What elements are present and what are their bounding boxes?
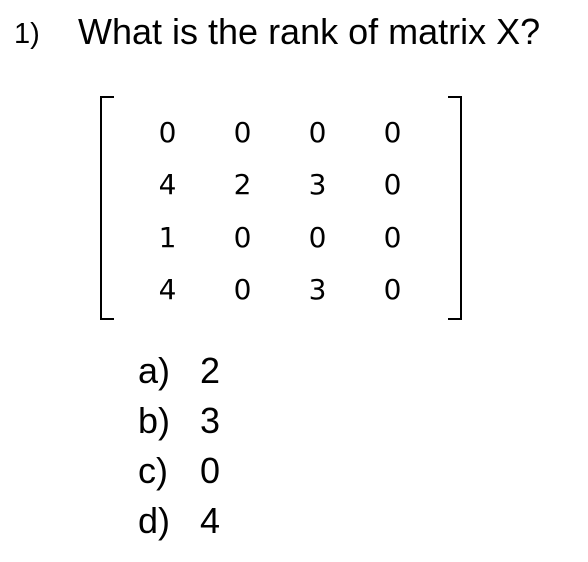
option-value: 3	[200, 400, 221, 441]
matrix-x: 0 0 0 0 4 2 3 0 1 0 0 0 4 0 3 0	[100, 96, 462, 322]
option-letter: d)	[138, 500, 171, 541]
option-c: c) 0	[138, 446, 220, 496]
question-text: What is the rank of matrix X?	[78, 11, 541, 52]
matrix-cell: 0	[308, 115, 327, 149]
matrix-cell: 0	[308, 220, 327, 254]
matrix-cell: 0	[233, 220, 252, 254]
matrix-cell: 1	[158, 220, 177, 254]
left-bracket	[100, 96, 114, 320]
matrix-cell: 0	[383, 220, 402, 254]
option-d: d) 4	[138, 496, 220, 546]
option-a: a) 2	[138, 346, 220, 396]
option-value: 0	[200, 450, 221, 491]
matrix-cell: 4	[158, 273, 177, 307]
matrix-grid: 0 0 0 0 4 2 3 0 1 0 0 0 4 0 3 0	[130, 106, 430, 316]
answer-options: a) 2 b) 3 c) 0 d) 4	[138, 346, 220, 546]
matrix-cell: 3	[308, 168, 327, 202]
matrix-cell: 0	[233, 273, 252, 307]
matrix-cell: 0	[158, 115, 177, 149]
question-number: 1)	[14, 18, 40, 50]
matrix-cell: 2	[233, 168, 252, 202]
matrix-cell: 4	[158, 168, 177, 202]
option-letter: b)	[138, 400, 171, 441]
option-value: 2	[200, 350, 221, 391]
matrix-cell: 0	[383, 168, 402, 202]
option-letter: c)	[138, 450, 168, 491]
matrix-cell: 0	[383, 115, 402, 149]
option-value: 4	[200, 500, 221, 541]
right-bracket	[448, 96, 462, 320]
option-letter: a)	[138, 350, 171, 391]
matrix-cell: 0	[233, 115, 252, 149]
matrix-cell: 3	[308, 273, 327, 307]
option-b: b) 3	[138, 396, 220, 446]
matrix-cell: 0	[383, 273, 402, 307]
